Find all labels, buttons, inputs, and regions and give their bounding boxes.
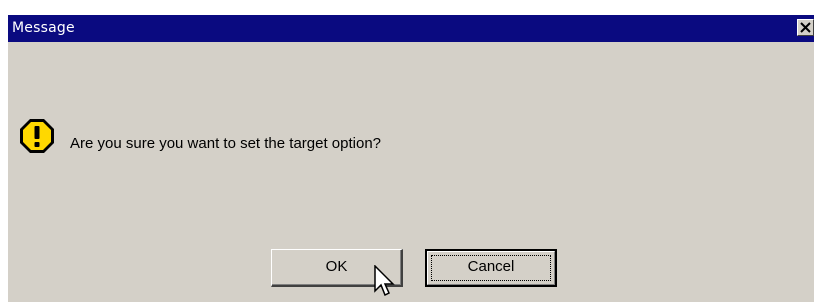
cancel-button[interactable]: Cancel	[425, 249, 557, 287]
warning-icon	[20, 119, 54, 153]
title-bar[interactable]: Message	[8, 15, 814, 42]
window-title: Message	[12, 20, 75, 36]
close-icon	[800, 22, 811, 33]
dialog-message: Are you sure you want to set the target …	[70, 135, 382, 152]
mouse-pointer-icon	[374, 265, 395, 297]
message-dialog: Message Are you sure you want to set the…	[8, 15, 814, 302]
cancel-button-label: Cancel	[467, 258, 515, 275]
ok-button-label: OK	[325, 258, 348, 275]
close-button[interactable]	[797, 19, 814, 36]
